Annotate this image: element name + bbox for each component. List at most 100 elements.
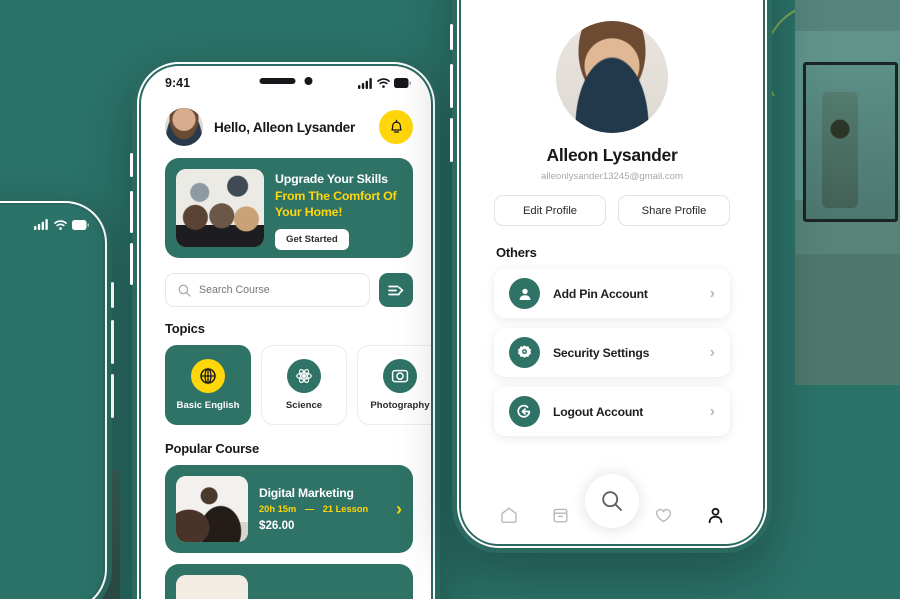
phone-screen-profile: Alleon Lysander alleonlysander13245@gmai…	[461, 0, 763, 544]
topics-list: Basic English Science Photography	[141, 336, 431, 425]
search-input[interactable]	[199, 284, 357, 296]
filter-button[interactable]	[379, 273, 413, 307]
side-button[interactable]	[111, 282, 114, 308]
others-menu: Add Pin Account › Security Settings › Lo…	[461, 260, 763, 436]
side-button-volume-up[interactable]	[450, 64, 453, 108]
atom-icon	[296, 368, 312, 384]
notification-button[interactable]	[379, 110, 413, 144]
camera-icon-wrap	[383, 359, 417, 393]
promo-banner: Upgrade Your Skills From The Comfort Of …	[165, 158, 413, 258]
chevron-right-icon[interactable]: ›	[710, 403, 715, 420]
status-bar: 9:41	[141, 66, 431, 100]
course-duration: 20h 15m	[259, 504, 297, 514]
course-price: $26.00	[259, 519, 295, 532]
signal-icon	[358, 77, 372, 89]
gear-icon-wrap	[509, 337, 540, 368]
topic-label: Photography	[370, 400, 430, 411]
menu-item-security-settings[interactable]: Security Settings ›	[494, 328, 730, 377]
status-time: 9:41	[165, 76, 191, 90]
topic-science[interactable]: Science	[261, 345, 347, 425]
course-thumbnail	[176, 575, 248, 599]
user-circle-icon-wrap	[509, 278, 540, 309]
course-thumbnail	[176, 476, 248, 542]
popular-course-title: Popular Course	[165, 441, 259, 456]
user-circle-icon	[519, 288, 530, 300]
course-meta: 20h 15m — 21 Lesson	[259, 504, 385, 514]
search-row	[141, 258, 431, 307]
profile-name: Alleon Lysander	[546, 145, 678, 165]
promo-line-3: Your Home!	[275, 205, 343, 219]
phone-home: 9:41 Hello, Alleon Lysander Upgrade Your…	[130, 57, 440, 599]
bottom-tab-bar	[461, 474, 763, 544]
globe-icon-wrap	[191, 359, 225, 393]
topic-label: Basic English	[176, 400, 240, 411]
promo-image	[176, 169, 264, 247]
greeting-row: Hello, Alleon Lysander	[141, 100, 431, 156]
tab-library[interactable]	[543, 498, 577, 532]
search-icon	[602, 491, 622, 511]
filter-icon	[388, 285, 404, 295]
status-bar-onboarding	[34, 219, 89, 230]
dynamic-island	[259, 77, 313, 85]
hero-line-2: Learn	[0, 337, 103, 373]
others-title: Others	[496, 245, 537, 260]
signal-icon	[34, 219, 48, 230]
phone-screen-home: 9:41 Hello, Alleon Lysander Upgrade Your…	[141, 66, 431, 599]
profile-avatar[interactable]	[556, 21, 668, 133]
side-button-volume-up[interactable]	[130, 191, 133, 233]
course-lessons: 21 Lesson	[322, 504, 369, 514]
globe-icon	[200, 368, 216, 384]
avatar[interactable]	[165, 108, 203, 146]
person-icon	[708, 507, 722, 523]
logout-icon-wrap	[509, 396, 540, 427]
wifi-icon	[377, 78, 390, 88]
search-box[interactable]	[165, 273, 370, 307]
search-fab-button[interactable]	[585, 474, 639, 528]
topic-basic-english[interactable]: Basic English	[165, 345, 251, 425]
wifi-icon	[54, 219, 67, 230]
gear-icon	[518, 345, 531, 358]
battery-icon	[394, 78, 411, 88]
side-button-volume-down[interactable]	[450, 118, 453, 162]
topic-label: Science	[285, 400, 323, 411]
course-title: Digital Marketing	[259, 486, 354, 500]
tab-home[interactable]	[492, 498, 526, 532]
decorative-photo-right	[795, 0, 900, 385]
topic-photography[interactable]: Photography	[357, 345, 431, 425]
get-started-button[interactable]: Get Started	[275, 228, 349, 250]
battery-icon	[72, 219, 89, 230]
onboarding-hero: arted Learn ra	[0, 301, 103, 408]
poster-background: arted Learn ra 9:41	[0, 0, 900, 599]
share-profile-button[interactable]: Share Profile	[618, 195, 730, 226]
side-button-volume-down[interactable]	[130, 243, 133, 285]
side-button[interactable]	[111, 320, 114, 364]
menu-item-label: Security Settings	[553, 345, 650, 360]
logout-icon	[517, 404, 531, 418]
profile-email: alleonlysander13245@gmail.com	[541, 171, 683, 182]
course-card-digital-marketing[interactable]: Digital Marketing 20h 15m — 21 Lesson $2…	[165, 465, 413, 553]
archive-icon	[553, 508, 568, 522]
tab-profile[interactable]	[698, 498, 732, 532]
side-button[interactable]	[111, 374, 114, 418]
phone-onboarding: arted Learn ra	[0, 196, 114, 599]
greeting-text: Hello, Alleon Lysander	[214, 119, 356, 135]
menu-item-add-pin-account[interactable]: Add Pin Account ›	[494, 269, 730, 318]
course-card-web-development[interactable]: Web Development ›	[165, 564, 413, 599]
side-button-mute[interactable]	[450, 24, 453, 50]
chevron-right-icon[interactable]: ›	[710, 344, 715, 361]
menu-item-label: Logout Account	[553, 404, 644, 419]
menu-item-logout-account[interactable]: Logout Account ›	[494, 387, 730, 436]
search-icon	[178, 284, 191, 297]
phone-profile: Alleon Lysander alleonlysander13245@gmai…	[450, 0, 772, 553]
edit-profile-button[interactable]: Edit Profile	[494, 195, 606, 226]
side-button-mute[interactable]	[130, 153, 133, 177]
bell-icon	[390, 119, 402, 133]
camera-icon	[391, 369, 409, 383]
chevron-right-icon[interactable]: ›	[710, 285, 715, 302]
home-icon	[501, 507, 517, 523]
hero-line-1: arted	[0, 301, 103, 337]
phone-screen-onboarding: arted Learn ra	[0, 205, 103, 599]
promo-line-2: From The Comfort Of	[275, 188, 397, 203]
tab-favorites[interactable]	[647, 498, 681, 532]
chevron-right-icon[interactable]: ›	[396, 500, 402, 518]
